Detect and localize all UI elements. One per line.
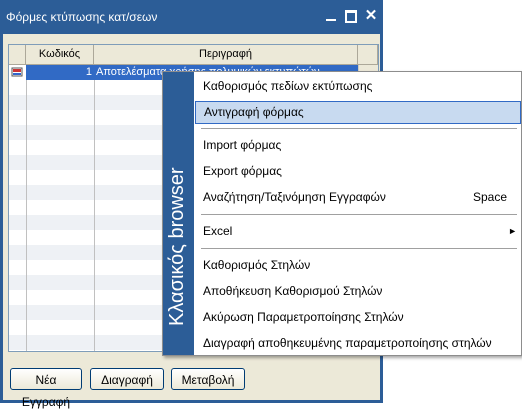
menu-separator	[201, 214, 517, 215]
menu-item-search-sort[interactable]: Αναζήτηση/Ταξινόμηση Εγγραφών Space	[195, 186, 521, 209]
title-bar[interactable]: Φόρμες κτύπωσης κατ/σεων ✕	[0, 0, 383, 34]
context-menu: Κλασικός browser Καθορισμός πεδίων εκτύπ…	[162, 71, 522, 356]
menu-separator	[201, 248, 517, 249]
menu-item-export-form[interactable]: Export φόρμας	[195, 160, 521, 183]
menu-item-delete-saved-columns[interactable]: Διαγραφή αποθηκευμένης παραμετροποίησης …	[195, 332, 521, 355]
menu-strip-label: Κλασικός browser	[166, 167, 188, 326]
menu-item-import-form[interactable]: Import φόρμας	[195, 134, 521, 157]
new-record-button[interactable]: Νέα Εγγραφή	[10, 368, 82, 409]
menu-item-copy-form[interactable]: Αντιγραφή φόρμας	[195, 101, 521, 124]
menu-item-print-fields[interactable]: Καθορισμός πεδίων εκτύπωσης	[195, 75, 521, 98]
menu-side-strip: Κλασικός browser	[163, 72, 194, 355]
grid-divider	[26, 65, 27, 351]
menu-item-label: Αναζήτηση/Ταξινόμηση Εγγραφών	[203, 190, 386, 204]
shortcut-label: Space	[472, 190, 507, 204]
window-title: Φόρμες κτύπωσης κατ/σεων	[6, 10, 158, 24]
form-row-icon	[11, 67, 23, 77]
menu-separator	[201, 128, 517, 129]
scrollbar-header	[358, 45, 378, 64]
column-header-description[interactable]: Περιγραφή	[94, 45, 358, 64]
close-icon[interactable]: ✕	[364, 8, 378, 23]
column-header-code[interactable]: Κωδικός	[26, 45, 94, 64]
grid-header: Κωδικός Περιγραφή	[9, 45, 378, 65]
menu-item-label: Excel	[203, 224, 233, 238]
edit-button[interactable]: Μεταβολή	[171, 368, 245, 390]
submenu-arrow-icon: ►	[508, 226, 517, 236]
row-code: 1	[85, 66, 92, 78]
delete-button[interactable]: Διαγραφή	[90, 368, 164, 390]
menu-item-save-columns[interactable]: Αποθήκευση Καθορισμού Στηλών	[195, 280, 521, 303]
menu-item-cancel-columns[interactable]: Ακύρωση Παραμετροποίησης Στηλών	[195, 306, 521, 329]
maximize-icon[interactable]	[344, 9, 358, 23]
grid-divider	[94, 65, 95, 351]
menu-item-define-columns[interactable]: Καθορισμός Στηλών	[195, 254, 521, 277]
minimize-icon[interactable]	[324, 9, 338, 23]
row-indicator-header	[9, 45, 26, 64]
menu-item-excel[interactable]: Excel ►	[195, 220, 521, 243]
